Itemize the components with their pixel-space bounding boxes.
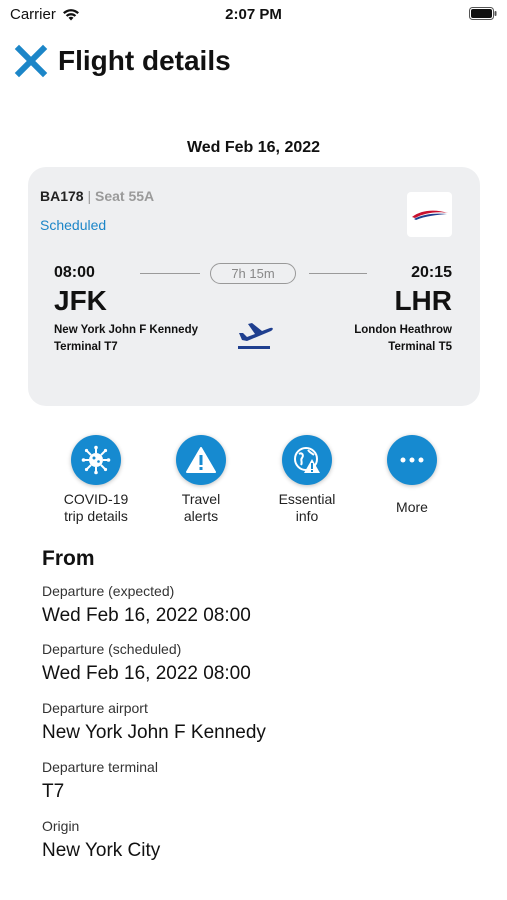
field-value: T7 (42, 781, 65, 802)
flight-status: Scheduled (40, 217, 107, 233)
field-value: New York John F Kennedy (42, 722, 266, 743)
status-bar: Carrier 2:07 PM (0, 0, 507, 30)
essential-info-line1: Essential (278, 491, 336, 507)
flight-info-line: BA178 | Seat 55A (40, 188, 154, 204)
quick-actions: COVID-19 trip details Travel alerts Esse… (0, 435, 507, 530)
covid-label-line2: trip details (64, 508, 128, 524)
status-time: 2:07 PM (225, 6, 282, 23)
departure-time: 08:00 (54, 264, 95, 281)
more-icon-circle[interactable] (387, 435, 437, 485)
field-label: Departure (scheduled) (42, 641, 182, 657)
travel-alerts-icon-circle[interactable] (176, 435, 226, 485)
essential-info-label: Essential info (252, 491, 362, 525)
flight-card: BA178 | Seat 55A Scheduled 08:00 7h 15m … (28, 167, 480, 406)
field-label: Departure terminal (42, 759, 158, 775)
departure-scheduled-field: Departure (scheduled) Wed Feb 16, 2022 0… (42, 641, 251, 685)
route-line-right (309, 273, 367, 274)
field-label: Departure airport (42, 700, 148, 716)
travel-alerts-line2: alerts (183, 508, 219, 524)
field-label: Departure (expected) (42, 583, 175, 599)
departure-expected-field: Departure (expected) Wed Feb 16, 2022 08… (42, 583, 251, 627)
close-icon[interactable] (14, 44, 48, 78)
departure-terminal-field: Departure terminal T7 (42, 759, 158, 803)
arrival-terminal: Terminal T5 (388, 341, 452, 353)
from-section-title: From (42, 547, 95, 570)
departure-airport-name: New York John F Kennedy (54, 324, 198, 336)
flight-date: Wed Feb 16, 2022 (186, 139, 321, 156)
airline-logo (407, 192, 452, 237)
warning-icon (186, 447, 216, 473)
seat-number: Seat 55A (95, 188, 155, 204)
covid-trip-details-button[interactable]: COVID-19 trip details (41, 435, 151, 525)
departure-airport-field: Departure airport New York John F Kenned… (42, 700, 266, 744)
origin-field: Origin New York City (42, 818, 160, 862)
field-value: Wed Feb 16, 2022 08:00 (42, 663, 251, 684)
departure-code: JFK (54, 285, 107, 316)
departure-terminal: Terminal T7 (54, 341, 118, 353)
route-line-left (140, 273, 200, 274)
travel-alerts-line1: Travel (181, 491, 221, 507)
battery-icon (469, 7, 497, 20)
field-value: New York City (42, 840, 161, 861)
covid-label-line1: COVID-19 (63, 491, 129, 507)
arrival-code: LHR (394, 285, 452, 316)
flight-duration: 7h 15m (210, 263, 296, 284)
arrival-time: 20:15 (411, 264, 452, 281)
more-button[interactable]: More (357, 435, 467, 516)
essential-info-icon-circle[interactable] (282, 435, 332, 485)
travel-alerts-label: Travel alerts (146, 491, 256, 525)
more-icon (400, 457, 424, 463)
travel-alerts-button[interactable]: Travel alerts (146, 435, 256, 525)
essential-info-button[interactable]: Essential info (252, 435, 362, 525)
virus-icon (81, 445, 111, 475)
field-label: Origin (42, 818, 80, 834)
essential-info-line2: info (295, 508, 319, 524)
more-label: More (396, 499, 428, 515)
header: Flight details (14, 44, 231, 78)
page-title: Flight details (58, 45, 231, 76)
covid-icon-circle[interactable] (71, 435, 121, 485)
takeoff-icon (238, 323, 273, 349)
globe-info-icon (294, 447, 320, 473)
flight-number: BA178 (40, 188, 84, 204)
arrival-airport-name: London Heathrow (354, 324, 452, 336)
speedmarque-icon (411, 210, 448, 220)
field-value: Wed Feb 16, 2022 08:00 (42, 605, 251, 626)
flight-info-separator: | (87, 188, 92, 204)
covid-trip-details-label: COVID-19 trip details (41, 491, 151, 525)
